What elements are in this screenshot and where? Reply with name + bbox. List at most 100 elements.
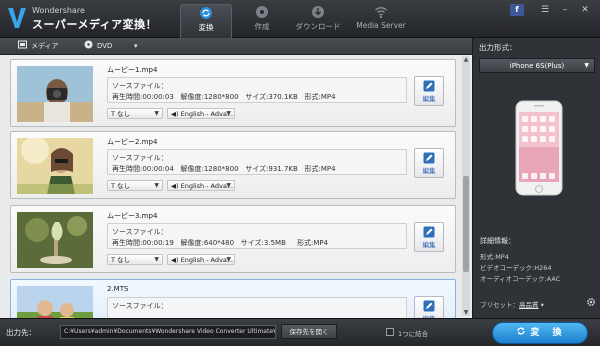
output-path-field[interactable]: C:¥Users¥admin¥Documents¥Wondershare Vid… <box>60 325 276 339</box>
detail-format: 形式:MP4 <box>480 253 509 261</box>
subtitle-value: なし <box>117 182 131 190</box>
speaker-icon: ◀) <box>171 110 181 118</box>
edit-icon <box>423 80 435 92</box>
merge-label: 1つに結合 <box>398 330 429 338</box>
file-item-selected[interactable]: 2.MTS ソースファイル： 編集 <box>10 279 456 318</box>
add-media-button[interactable]: メディア <box>18 40 59 53</box>
add-dvd-label: DVD <box>97 42 113 50</box>
audio-select[interactable]: ◀) English - Adva... ▼ <box>167 254 235 265</box>
chevron-down-icon: ▾ <box>538 301 544 309</box>
add-media-label: メディア <box>31 42 59 50</box>
scroll-up-icon[interactable]: ▲ <box>462 56 470 63</box>
file-size: サイズ:931.7KB <box>245 165 298 173</box>
file-info: ソースファイル： 再生時間:00:00:04 解像度:1280*800 サイズ:… <box>107 149 407 175</box>
file-name: ムービー1.mp4 <box>107 66 158 74</box>
app-title: スーパーメディア変換！ <box>32 18 158 31</box>
bottom-bar: 出力先： C:¥Users¥admin¥Documents¥Wondershar… <box>0 318 600 346</box>
close-icon[interactable]: ✕ <box>578 4 592 16</box>
audio-value: English - Adva... <box>180 110 234 118</box>
tab-create[interactable]: 作成 <box>240 4 284 38</box>
source-label: ソースファイル： <box>112 302 168 310</box>
file-list: ムービー1.mp4 ソースファイル： 再生時間:00:00:03 解像度:128… <box>0 55 472 318</box>
format: 形式:MP4 <box>304 165 336 173</box>
file-item[interactable]: ムービー3.mp4 ソースファイル： 再生時間:00:00:19 解像度:640… <box>10 205 456 273</box>
chevron-down-icon: ▼ <box>154 182 159 189</box>
duration: 再生時間:00:00:04 <box>112 165 174 173</box>
speaker-icon: ◀) <box>171 182 181 190</box>
edit-label: 編集 <box>422 241 436 249</box>
merge-checkbox[interactable] <box>386 328 394 336</box>
preset: プリセット：高品質 ▾ <box>480 299 544 309</box>
convert-button[interactable]: 変 換 <box>492 322 588 344</box>
iphone-icon[interactable] <box>515 100 563 196</box>
duration: 再生時間:00:00:03 <box>112 93 174 101</box>
speaker-icon: ◀) <box>171 256 181 264</box>
duration: 再生時間:00:00:19 <box>112 239 174 247</box>
scroll-down-icon[interactable]: ▼ <box>462 309 470 316</box>
convert-label: 変 換 <box>530 328 564 338</box>
resolution: 解像度:1280*800 <box>180 165 239 173</box>
convert-icon <box>200 7 212 19</box>
file-meta: 再生時間:00:00:19 解像度:640*480 サイズ:3.5MB 形式:M… <box>112 238 328 248</box>
format: 形式:MP4 <box>304 93 336 101</box>
file-name: 2.MTS <box>107 285 129 293</box>
tab-download[interactable]: ダウンロード <box>290 4 346 38</box>
audio-select[interactable]: ◀) English - Adva... ▼ <box>167 180 235 191</box>
minimize-icon[interactable]: – <box>558 4 572 16</box>
subtitle-value: なし <box>117 110 131 118</box>
wifi-icon <box>375 7 387 19</box>
edit-button[interactable]: 編集 <box>414 76 444 106</box>
details-label: 詳細情報： <box>480 237 515 245</box>
wondershare-logo <box>8 8 26 28</box>
format: 形式:MP4 <box>297 239 329 247</box>
tab-download-label: ダウンロード <box>295 22 341 31</box>
gear-icon[interactable] <box>586 297 596 307</box>
video-thumbnail <box>17 138 93 194</box>
brand-name: Wondershare <box>32 6 85 15</box>
edit-label: 編集 <box>422 167 436 175</box>
download-icon <box>312 6 324 18</box>
file-info: ソースファイル： 再生時間:00:00:19 解像度:640*480 サイズ:3… <box>107 223 407 249</box>
file-name: ムービー3.mp4 <box>107 212 158 220</box>
file-info: ソースファイル： 再生時間:00:00:03 解像度:1280*800 サイズ:… <box>107 77 407 103</box>
tab-convert[interactable]: 変換 <box>180 4 232 38</box>
convert-icon <box>517 327 526 335</box>
edit-button[interactable]: 編集 <box>414 222 444 252</box>
chevron-down-icon: ▼ <box>154 256 159 263</box>
preset-dropdown[interactable]: 高品質 <box>519 301 539 309</box>
device-selector[interactable]: iPhone 6S(Plus) ▼ <box>479 58 595 73</box>
title-bar: Wondershare スーパーメディア変換！ 変換 作成 ダウンロード Med… <box>0 0 600 38</box>
audio-select[interactable]: ◀) English - Adva... ▼ <box>167 108 235 119</box>
tab-convert-label: 変換 <box>198 23 214 32</box>
facebook-icon[interactable]: f <box>510 4 524 16</box>
chevron-down-icon: ▼ <box>226 182 231 189</box>
list-scrollbar[interactable]: ▲ ▼ <box>462 56 470 316</box>
subtitle-select[interactable]: T なし ▼ <box>107 180 163 191</box>
menu-icon[interactable]: ☰ <box>538 4 552 16</box>
output-folder-label: 出力先： <box>6 328 36 337</box>
edit-button[interactable]: 編集 <box>414 296 444 318</box>
resolution: 解像度:1280*800 <box>180 93 239 101</box>
file-size: サイズ:370.1KB <box>245 93 298 101</box>
tab-media-server[interactable]: Media Server <box>352 4 410 38</box>
subtitle-select[interactable]: T なし ▼ <box>107 254 163 265</box>
output-format-label: 出力形式： <box>479 43 517 52</box>
file-item[interactable]: ムービー1.mp4 ソースファイル： 再生時間:00:00:03 解像度:128… <box>10 59 456 127</box>
scrollbar-thumb[interactable] <box>463 176 469 272</box>
file-item[interactable]: ムービー2.mp4 ソースファイル： 再生時間:00:00:04 解像度:128… <box>10 131 456 199</box>
edit-icon <box>423 226 435 238</box>
edit-button[interactable]: 編集 <box>414 148 444 178</box>
film-icon <box>18 40 27 49</box>
resolution: 解像度:640*480 <box>180 239 235 247</box>
open-folder-button[interactable]: 保存先を開く <box>281 324 337 339</box>
video-thumbnail <box>17 66 93 122</box>
dvd-dropdown-icon[interactable]: ▾ <box>134 40 138 53</box>
detail-audio-codec: オーディオコーデック:AAC <box>480 275 561 283</box>
toolbar: メディア DVD ▾ <box>0 38 472 55</box>
output-format-panel: 出力形式： iPhone 6S(Plus) ▼ 詳細情報： 形式:MP4 ビデオ… <box>472 38 600 318</box>
subtitle-value: なし <box>117 256 131 264</box>
add-dvd-button[interactable]: DVD <box>84 40 112 53</box>
subtitle-select[interactable]: T なし ▼ <box>107 108 163 119</box>
detail-video-codec: ビデオコーデック:H264 <box>480 264 552 272</box>
video-thumbnail <box>17 212 93 268</box>
